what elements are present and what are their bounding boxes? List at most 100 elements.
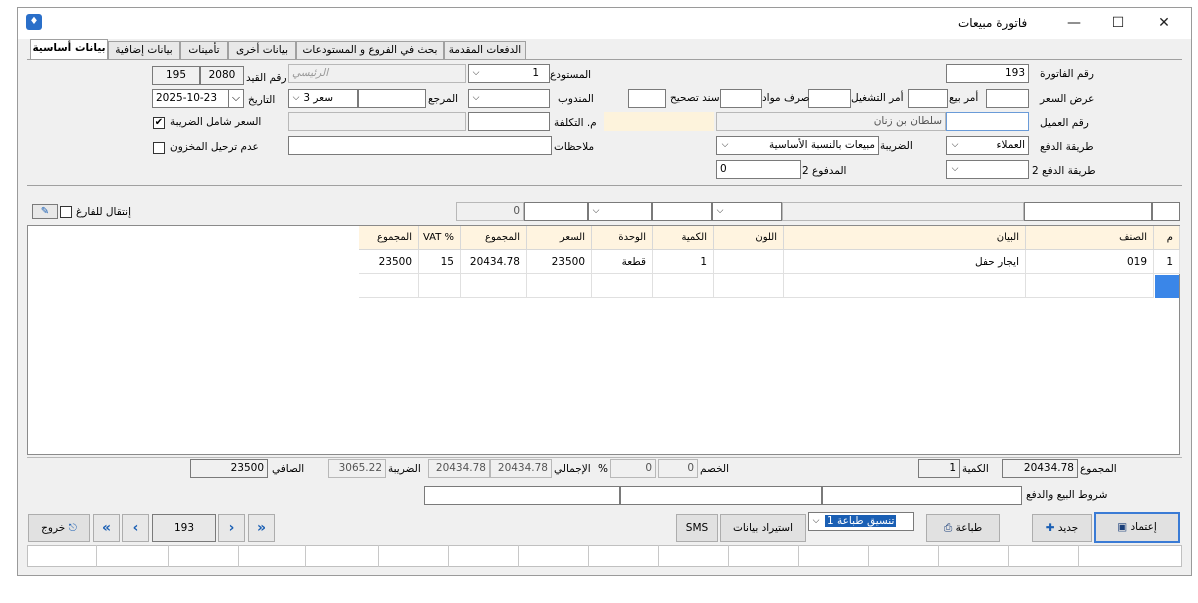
- entry-index-field[interactable]: [1152, 202, 1180, 221]
- eraser-icon[interactable]: ✎: [32, 204, 58, 219]
- invoice-no-field[interactable]: 193: [946, 64, 1029, 83]
- tab-advance-payments[interactable]: الدفعات المقدمة: [444, 41, 526, 59]
- status-cell: [588, 545, 589, 567]
- exit-button[interactable]: خروج ⎋: [28, 514, 90, 542]
- empty-cell[interactable]: [784, 274, 1026, 298]
- status-cell: [305, 545, 306, 567]
- client-name-field: سلطان بن زنان: [716, 112, 946, 131]
- client-no-field[interactable]: [946, 112, 1029, 131]
- window-title: فاتورة مبيعات: [958, 16, 1028, 30]
- cell-total[interactable]: 23500: [359, 250, 419, 274]
- chevron-down-icon[interactable]: ⌵: [949, 137, 961, 154]
- row-selector[interactable]: [1155, 275, 1179, 298]
- entry-field-qty[interactable]: [652, 202, 712, 221]
- col-header-unit[interactable]: الوحدة: [592, 226, 653, 250]
- chevron-down-icon[interactable]: ⌵: [470, 90, 482, 107]
- status-cell: [798, 545, 799, 567]
- col-header-description[interactable]: البيان: [784, 226, 1026, 250]
- empty-cell[interactable]: [653, 274, 714, 298]
- cell-unit[interactable]: قطعة: [592, 250, 653, 274]
- col-header-item[interactable]: الصنف: [1026, 226, 1154, 250]
- status-cell: [1008, 545, 1009, 567]
- prev-record-icon[interactable]: ‹: [122, 514, 149, 542]
- payment-method2-label: طريقة الدفع 2: [1032, 165, 1096, 177]
- tab-extra-data[interactable]: بيانات إضافية: [108, 41, 180, 59]
- sms-button[interactable]: SMS: [676, 514, 718, 542]
- tab-basic-data[interactable]: بيانات أساسية: [30, 39, 108, 60]
- chevron-down-icon[interactable]: ⌵: [719, 137, 731, 154]
- terms-field-1[interactable]: [822, 486, 1022, 505]
- date-label: التاريخ: [248, 94, 276, 106]
- chevron-down-icon[interactable]: ⌵: [590, 203, 602, 220]
- price-offer-field[interactable]: [986, 89, 1029, 108]
- reference-field[interactable]: [358, 89, 426, 108]
- col-header-index[interactable]: م: [1154, 226, 1180, 250]
- notes-label: ملاحظات: [554, 141, 595, 153]
- entry-no-field-a: 195: [152, 66, 200, 85]
- new-button[interactable]: ✚ جديد: [1032, 514, 1092, 542]
- cell-item[interactable]: 019: [1026, 250, 1154, 274]
- empty-cell[interactable]: [359, 274, 419, 298]
- cell-price[interactable]: 23500: [527, 250, 592, 274]
- discount-pct-field: 0: [610, 459, 656, 478]
- operation-order-field[interactable]: [808, 89, 851, 108]
- no-stock-posting-checkbox[interactable]: [153, 142, 165, 154]
- next-record-icon[interactable]: ›: [218, 514, 245, 542]
- print-button[interactable]: ⎙ طباعة: [926, 514, 1000, 542]
- material-issue-field[interactable]: [720, 89, 762, 108]
- empty-cell[interactable]: [1026, 274, 1154, 298]
- paid2-label: المدفوع 2: [802, 165, 847, 177]
- chevron-down-icon[interactable]: ⌵: [714, 203, 726, 220]
- sale-order-field[interactable]: [908, 89, 948, 108]
- chevron-down-icon[interactable]: ⌵: [949, 161, 961, 178]
- cell-subtotal[interactable]: 20434.78: [461, 250, 527, 274]
- col-header-subtotal[interactable]: المجموع: [461, 226, 527, 250]
- invoice-no-label: رقم الفاتورة: [1040, 68, 1094, 80]
- tab-other-data[interactable]: بيانات أخرى: [228, 41, 296, 59]
- entry-field-price[interactable]: [524, 202, 588, 221]
- chevron-down-icon[interactable]: ⌵: [290, 90, 302, 107]
- col-header-price[interactable]: السعر: [527, 226, 592, 250]
- maximize-button[interactable]: ☐: [1102, 12, 1134, 34]
- chevron-down-icon[interactable]: ⌵: [810, 513, 822, 530]
- first-record-icon[interactable]: «: [93, 514, 120, 542]
- record-number-field[interactable]: 193: [152, 514, 216, 542]
- cell-index[interactable]: 1: [1154, 250, 1180, 274]
- empty-cell[interactable]: [527, 274, 592, 298]
- col-header-vat[interactable]: VAT %: [419, 226, 461, 250]
- tab-insurance[interactable]: تأمينات: [180, 41, 228, 59]
- chevron-down-icon[interactable]: ⌵: [470, 65, 482, 82]
- approve-button[interactable]: ▣ إعتماد: [1094, 512, 1180, 543]
- col-header-color[interactable]: اللون: [714, 226, 784, 250]
- entry-item-field[interactable]: [1024, 202, 1152, 221]
- tax-inclusive-checkbox[interactable]: ✔: [153, 117, 165, 129]
- calendar-dropdown[interactable]: ⌵: [228, 89, 244, 108]
- cell-color[interactable]: [714, 250, 784, 274]
- empty-cell[interactable]: [714, 274, 784, 298]
- cell-vat[interactable]: 15: [419, 250, 461, 274]
- empty-cell[interactable]: [419, 274, 461, 298]
- print-format-select[interactable]: تنسيق طباعة 1: [808, 512, 914, 531]
- close-button[interactable]: ✕: [1148, 12, 1180, 34]
- empty-cell[interactable]: [461, 274, 527, 298]
- col-header-qty[interactable]: الكمية: [653, 226, 714, 250]
- terms-field-2[interactable]: [620, 486, 822, 505]
- cost-center-field[interactable]: [468, 112, 550, 131]
- cell-description[interactable]: ايجار حفل: [784, 250, 1026, 274]
- empty-cell[interactable]: [592, 274, 653, 298]
- col-header-total[interactable]: المجموع: [359, 226, 419, 250]
- minimize-button[interactable]: —: [1058, 12, 1090, 34]
- adjustment-field[interactable]: [628, 89, 666, 108]
- client-highlight: [604, 112, 714, 131]
- paid2-field[interactable]: 0: [716, 160, 801, 179]
- approve-label: إعتماد: [1130, 521, 1157, 533]
- move-to-empty-checkbox[interactable]: [60, 206, 72, 218]
- last-record-icon[interactable]: »: [248, 514, 275, 542]
- tax-select[interactable]: مبيعات بالنسبة الأساسية: [716, 136, 879, 155]
- import-data-button[interactable]: استيراد بيانات: [720, 514, 806, 542]
- notes-field[interactable]: [288, 136, 552, 155]
- cell-qty[interactable]: 1: [653, 250, 714, 274]
- terms-field-3[interactable]: [424, 486, 620, 505]
- sales-invoice-window: ♦ فاتورة مبيعات — ☐ ✕ بيانات أساسية بيان…: [17, 7, 1192, 576]
- tab-branch-search[interactable]: بحث في الفروع و المستودعات: [296, 41, 444, 59]
